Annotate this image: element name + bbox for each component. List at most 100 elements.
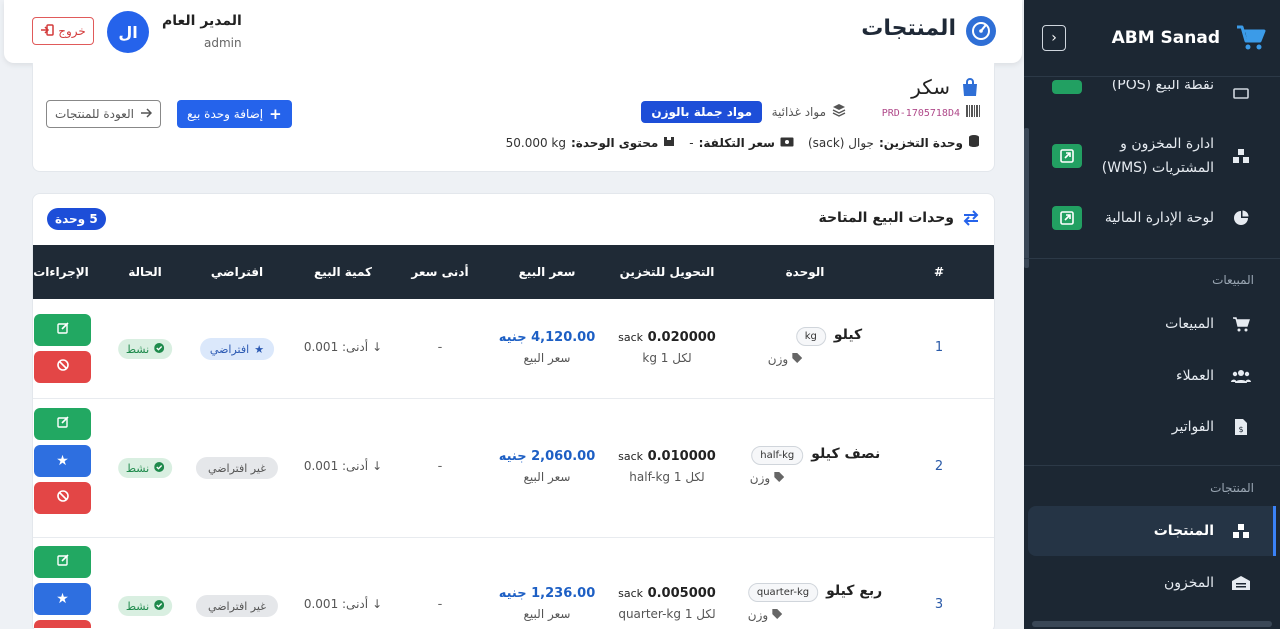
min-quantity-value: أدنى: 0.001 <box>303 459 369 473</box>
sidebar-item-products[interactable]: المنتجات <box>1024 519 1280 543</box>
default-label: افتراضي <box>209 342 250 356</box>
sidebar: ABM Sanad ‹ نقطة البيع (POS) ادارة المخز… <box>1024 0 1280 629</box>
default-cell: غير افتراضي <box>196 595 278 617</box>
unit-code-badge: kg <box>795 327 826 346</box>
back-to-products-button[interactable]: العودة للمنتجات <box>46 100 161 128</box>
deactivate-button[interactable] <box>34 482 91 514</box>
unit-name: كيلو <box>833 327 863 343</box>
unit-type: وزن <box>747 608 769 622</box>
conversion-unit: sack <box>618 450 644 463</box>
logout-button[interactable]: خروج <box>32 17 94 45</box>
conversion-per: لكل 1 quarter-kg <box>618 607 716 621</box>
warehouse-icon <box>1228 575 1254 591</box>
cart-icon <box>1228 316 1254 332</box>
external-link-icon[interactable] <box>1052 206 1082 230</box>
table-header: # الوحدة التحويل للتخزين سعر البيع أدنى … <box>33 245 994 299</box>
brand-name: ABM Sanad <box>1111 28 1220 48</box>
col-header-quantity: كمية البيع <box>314 265 372 279</box>
unit-code-badge: quarter-kg <box>747 583 819 602</box>
status-label: نشط <box>125 599 150 613</box>
arrow-down-icon: ↓ <box>372 459 383 473</box>
cart-icon <box>1234 21 1268 55</box>
sidebar-item-customers[interactable]: العملاء <box>1024 364 1280 388</box>
table-row: 3 ربع كيلو quarter-kg وزن sack 0.005000 ل… <box>33 539 994 629</box>
deactivate-button[interactable] <box>34 620 91 628</box>
sidebar-item-sales[interactable]: المبيعات <box>1024 312 1280 336</box>
sign-out-icon <box>40 23 54 39</box>
set-default-button[interactable]: ★ <box>34 583 91 615</box>
sidebar-item-inventory[interactable]: المخزون <box>1024 571 1280 595</box>
status-label: نشط <box>125 461 150 475</box>
unit-cell: نصف كيلو half-kg وزن <box>750 446 880 485</box>
row-index: 2 <box>934 459 944 474</box>
category-label: مواد غذائية <box>771 104 826 119</box>
col-header-price: سعر البيع <box>518 265 576 279</box>
external-link-icon[interactable] <box>1052 144 1082 168</box>
sidebar-item-label: المخزون <box>1163 575 1214 591</box>
edit-icon <box>56 322 69 338</box>
check-circle-icon <box>154 461 165 475</box>
col-header-min-price: أدنى سعر <box>411 265 469 279</box>
sale-price: 4,120.00 جنيه <box>498 330 596 345</box>
sale-price: 1,236.00 جنيه <box>498 586 596 601</box>
unit-name: ربع كيلو <box>826 583 883 599</box>
edit-button[interactable] <box>34 408 91 440</box>
avatar[interactable]: ال <box>107 11 149 53</box>
conversion-cell: sack 0.020000 لكل 1 kg <box>618 330 716 365</box>
set-default-button[interactable]: ★ <box>34 445 91 477</box>
sidebar-item-label: العملاء <box>1176 368 1214 384</box>
min-price: - <box>437 340 443 355</box>
content-value: 50.000 kg <box>505 135 566 150</box>
status-cell: نشط <box>117 458 173 478</box>
sidebar-collapse-button[interactable]: ‹ <box>1042 25 1066 51</box>
conversion-value: 0.020000 <box>647 330 716 345</box>
not-default-badge: غير افتراضي <box>196 457 278 479</box>
box-icon <box>663 135 675 150</box>
deactivate-button[interactable] <box>34 351 91 383</box>
conversion-cell: sack 0.005000 لكل 1 quarter-kg <box>618 586 716 621</box>
sidebar-item-finance[interactable]: لوحة الإدارة المالية <box>1024 206 1280 230</box>
default-badge: ★ افتراضي <box>199 338 275 360</box>
ban-icon <box>56 490 69 506</box>
min-quantity-value: أدنى: 0.001 <box>303 597 369 611</box>
col-header-status: الحالة <box>128 265 162 279</box>
price-cell: 4,120.00 جنيه سعر البيع <box>499 330 596 365</box>
top-bar: المنتجات المدير العام admin ال خروج <box>4 0 1022 63</box>
col-header-unit: الوحدة <box>785 265 825 279</box>
sidebar-section-products: المنتجات <box>1210 481 1254 495</box>
table-row: 1 كيلو kg وزن sack 0.020000 لكل 1 kg 4,12… <box>33 299 994 399</box>
product-info-card: سكر PRD-1705718D4 مواد غذائية مواد جملة … <box>32 63 995 172</box>
external-link-icon[interactable] <box>1052 80 1082 94</box>
conversion-value: 0.005000 <box>647 586 716 601</box>
sidebar-horizontal-scrollbar[interactable] <box>1032 621 1272 627</box>
gauge-icon <box>966 16 996 46</box>
sidebar-item-label: المنتجات <box>1153 523 1214 539</box>
cash-register-icon <box>1228 85 1254 99</box>
status-badge: نشط <box>117 458 173 478</box>
unit-content: محتوى الوحدة: 50.000 kg <box>506 135 676 150</box>
status-cell: نشط <box>117 596 173 616</box>
back-label: العودة للمنتجات <box>55 107 134 121</box>
min-price: - <box>437 597 443 612</box>
sidebar-item-invoices[interactable]: $ الفواتير <box>1024 415 1280 439</box>
col-header-conversion: التحويل للتخزين <box>619 265 715 279</box>
edit-button[interactable] <box>34 546 91 578</box>
boxes-icon <box>1228 523 1254 539</box>
add-sale-unit-button[interactable]: + إضافة وحدة بيع <box>177 100 292 128</box>
cost-price: سعر التكلفة: - <box>689 136 794 150</box>
min-price: - <box>437 459 443 474</box>
ban-icon <box>56 359 69 375</box>
page-title: المنتجات <box>861 16 956 41</box>
arrow-down-icon: ↓ <box>372 340 383 354</box>
sidebar-item-wms[interactable]: ادارة المخزون و المشتريات (WMS) <box>1024 130 1280 182</box>
conversion-unit: sack <box>618 587 644 600</box>
sidebar-item-label-line1: ادارة المخزون و <box>1120 136 1214 152</box>
sidebar-item-pos[interactable]: نقطة البيع (POS) <box>1024 80 1280 104</box>
table-row: 2 نصف كيلو half-kg وزن sack 0.010000 لكل … <box>33 400 994 538</box>
status-cell: نشط <box>117 339 173 359</box>
edit-button[interactable] <box>34 314 91 346</box>
sale-price: 2,060.00 جنيه <box>498 449 596 464</box>
min-quantity: ↓ أدنى: 0.001 <box>304 597 382 611</box>
sidebar-divider <box>1024 258 1280 259</box>
row-index: 1 <box>934 340 944 355</box>
